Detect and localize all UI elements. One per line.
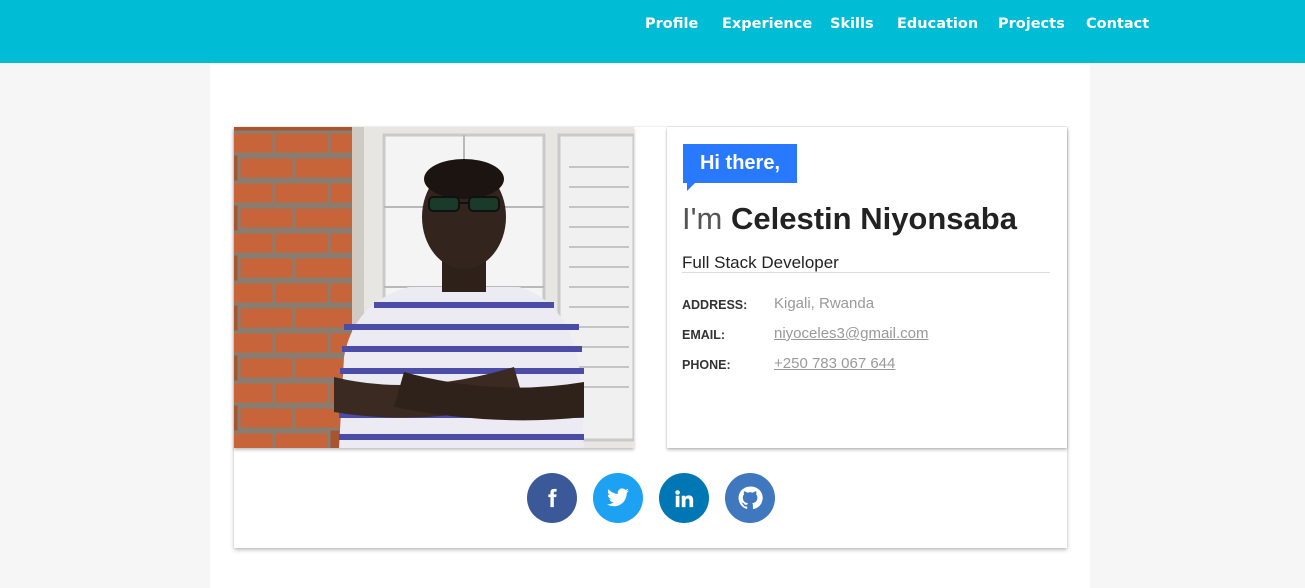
profile-name: Celestin Niyonsaba [730,201,1017,236]
nav-link-contact[interactable]: Contact [1086,16,1149,32]
profile-role: Full Stack Developer [682,253,839,272]
nav-link-education[interactable]: Education [897,16,978,32]
phone-link[interactable]: +250 783 067 644 [774,355,895,372]
address-label: ADDRESS: [682,298,748,312]
facebook-button[interactable] [527,473,577,523]
nav-link-projects[interactable]: Projects [998,16,1065,32]
phone-label: PHONE: [682,358,731,372]
nav-link-experience[interactable]: Experience [722,16,812,32]
im-prefix: I'm [682,201,723,236]
twitter-button[interactable] [593,473,643,523]
linkedin-button[interactable] [659,473,709,523]
github-button[interactable] [725,473,775,523]
top-navbar: Profile Experience Skills Education Proj… [0,0,1305,63]
greeting-badge-tail [687,183,695,191]
address-row: ADDRESS: Kigali, Rwanda [682,295,1052,317]
twitter-icon [607,488,629,507]
email-label: EMAIL: [682,328,726,342]
linkedin-icon [675,490,694,508]
nav-link-skills[interactable]: Skills [830,16,874,32]
profile-name-heading: I'm Celestin Niyonsaba [682,201,1017,237]
github-icon [738,486,763,510]
address-value: Kigali, Rwanda [774,295,875,312]
nav-menu: Profile Experience Skills Education Proj… [0,0,1305,50]
greeting-badge: Hi there, [683,144,797,183]
nav-link-profile[interactable]: Profile [645,16,698,32]
phone-row: PHONE: +250 783 067 644 [682,355,1052,377]
profile-photo [234,127,634,448]
email-link[interactable]: niyoceles3@gmail.com [774,325,928,342]
email-row: EMAIL: niyoceles3@gmail.com [682,325,1052,347]
facebook-icon [548,488,557,508]
profile-info-panel: Hi there, I'm Celestin Niyonsaba Full St… [667,127,1067,448]
divider [682,272,1050,273]
